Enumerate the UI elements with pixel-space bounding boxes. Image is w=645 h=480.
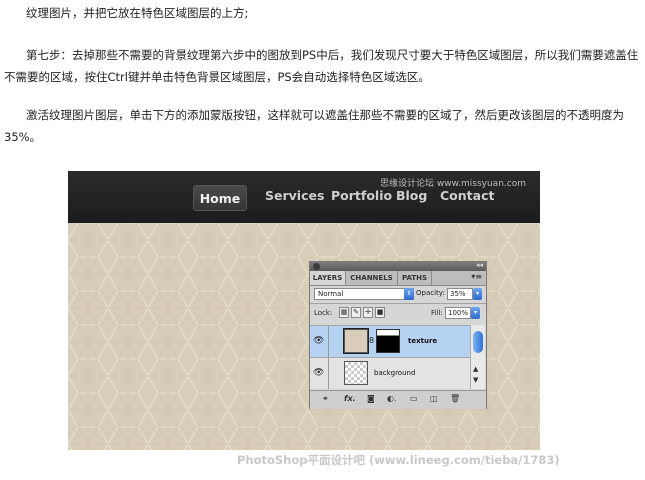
paragraph-3: 激活纹理图片图层，单击下方的添加蒙版按钮，这样就可以遮盖住那些不需要的区域了，然… xyxy=(4,104,640,148)
opacity-dropdown-icon[interactable]: ▾ xyxy=(473,288,482,300)
divider xyxy=(328,326,329,357)
tab-paths[interactable]: PATHS xyxy=(398,271,432,285)
paragraph-2-text: 第七步：去掉那些不需要的背景纹理第六步中的图放到PS中后，我们发现尺寸要大于特色… xyxy=(4,48,639,84)
divider xyxy=(328,358,329,389)
divider xyxy=(310,303,486,304)
fx-icon[interactable]: fx. xyxy=(344,394,356,403)
trash-icon[interactable]: 🗑 xyxy=(450,394,460,403)
close-icon[interactable]: x xyxy=(313,263,320,270)
nav-services[interactable]: Services xyxy=(265,188,324,203)
panel-menu-icon[interactable]: ▾≡ xyxy=(471,272,482,281)
group-icon[interactable]: ▭ xyxy=(410,394,418,403)
eye-icon[interactable]: 👁 xyxy=(313,368,325,378)
scrollbar-thumb[interactable] xyxy=(473,331,483,353)
nav-contact[interactable]: Contact xyxy=(440,188,494,203)
chevron-updown-icon[interactable]: ⇕ xyxy=(404,288,414,300)
eye-icon[interactable]: 👁 xyxy=(313,336,325,346)
lock-transparent-icon[interactable]: ▦ xyxy=(339,307,349,318)
fill-dropdown-icon[interactable]: ▾ xyxy=(471,307,480,319)
add-mask-icon[interactable]: ◙ xyxy=(367,394,375,403)
new-layer-icon[interactable]: ◫ xyxy=(430,394,438,403)
layers-panel: x ◂◂ LAYERS CHANNELS PATHS ▾≡ Normal ⇕ O… xyxy=(309,261,487,409)
layer-name: texture xyxy=(408,337,438,345)
panel-footer: ⚭ fx. ◙ ◐. ▭ ◫ 🗑 xyxy=(310,390,486,409)
paragraph-1-text: 纹理图片，并把它放在特色区域图层的上方; xyxy=(26,6,249,20)
paragraph-1: 纹理图片，并把它放在特色区域图层的上方; xyxy=(4,2,640,24)
panel-tabs: LAYERS CHANNELS PATHS ▾≡ xyxy=(310,271,486,286)
lock-all-icon[interactable]: ■ xyxy=(375,307,385,318)
tutorial-screenshot: 思缘设计论坛 www.missyuan.com Home Services Po… xyxy=(68,171,540,450)
nav-blog[interactable]: Blog xyxy=(396,188,427,203)
lock-position-icon[interactable]: ✛ xyxy=(363,307,373,318)
nav-portfolio[interactable]: Portfolio xyxy=(331,188,392,203)
blend-mode-select[interactable]: Normal ⇕ xyxy=(314,288,414,300)
layer-row-texture[interactable]: 👁 8 texture xyxy=(310,325,470,357)
link-layers-icon[interactable]: ⚭ xyxy=(322,394,329,403)
layer-mask-thumbnail[interactable] xyxy=(376,329,400,353)
nav-home[interactable]: Home xyxy=(193,185,247,211)
link-icon[interactable]: 8 xyxy=(369,336,374,345)
opacity-field[interactable]: 35% xyxy=(447,288,473,300)
layer-thumbnail xyxy=(344,361,368,385)
lock-label: Lock: xyxy=(314,309,333,317)
scroll-down-icon[interactable]: ▼ xyxy=(473,376,478,384)
collapse-icon[interactable]: ◂◂ xyxy=(476,261,483,269)
site-navbar: 思缘设计论坛 www.missyuan.com Home Services Po… xyxy=(68,171,540,223)
layer-thumbnail xyxy=(343,328,369,354)
adjustment-layer-icon[interactable]: ◐. xyxy=(387,394,397,403)
lock-image-icon[interactable]: ✎ xyxy=(351,307,361,318)
layers-scrollbar[interactable]: ▲ ▼ xyxy=(470,325,485,389)
paragraph-3-text: 激活纹理图片图层，单击下方的添加蒙版按钮，这样就可以遮盖住那些不需要的区域了，然… xyxy=(4,108,624,144)
tab-layers[interactable]: LAYERS xyxy=(310,271,346,285)
paragraph-2: 第七步：去掉那些不需要的背景纹理第六步中的图放到PS中后，我们发现尺寸要大于特色… xyxy=(4,44,640,88)
opacity-label: Opacity: xyxy=(416,289,445,297)
scroll-up-icon[interactable]: ▲ xyxy=(473,365,478,373)
bottom-watermark: PhotoShop平面设计吧 (www.lineeg.com/tieba/178… xyxy=(237,453,560,467)
layer-name: background xyxy=(374,369,416,377)
tab-channels[interactable]: CHANNELS xyxy=(346,271,398,285)
fill-field[interactable]: 100% xyxy=(445,307,471,319)
panel-titlebar: x ◂◂ xyxy=(310,261,486,271)
layer-row-background[interactable]: 👁 background xyxy=(310,357,470,389)
fill-label: Fill: xyxy=(431,309,443,317)
blend-mode-value: Normal xyxy=(318,290,344,298)
